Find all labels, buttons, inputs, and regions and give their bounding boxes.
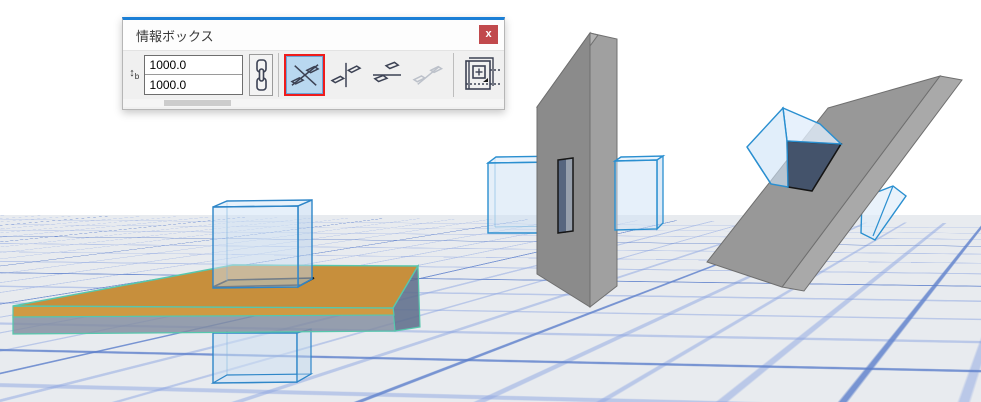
bottom-height-input[interactable] xyxy=(144,75,242,94)
chain-link-icon xyxy=(255,59,267,91)
mirror-vertical-icon xyxy=(330,62,362,88)
slanted-panel[interactable] xyxy=(706,75,963,292)
upper-box-above-slab[interactable] xyxy=(212,198,313,289)
palette-title: 情報ボックス xyxy=(136,28,214,44)
height-input-group xyxy=(143,55,243,95)
tool-mirror-diagonal xyxy=(407,54,448,96)
link-values-button[interactable] xyxy=(248,54,274,96)
palette-title-bar[interactable]: 情報ボックス x xyxy=(123,20,504,51)
intersection-cross-icon xyxy=(290,64,320,86)
mirror-horizontal-icon xyxy=(372,61,401,83)
horizontal-box-right-part[interactable] xyxy=(612,154,666,231)
palette-scrollbar-thumb[interactable] xyxy=(164,100,231,106)
settings-dialog-icon xyxy=(465,57,501,90)
lower-box-below-slab[interactable] xyxy=(210,328,314,384)
height-reference-icon: ↕b xyxy=(129,67,140,82)
element-settings-button[interactable] xyxy=(461,54,501,96)
tool-intersection-cross[interactable] xyxy=(284,54,326,96)
info-box-palette: 情報ボックス x ↕b xyxy=(122,17,505,110)
tool-mirror-horizontal[interactable] xyxy=(366,54,407,96)
separator xyxy=(453,53,454,97)
palette-tool-row: ↕b xyxy=(123,51,504,99)
wall[interactable] xyxy=(535,31,618,309)
wall-box-intersection xyxy=(557,157,574,234)
top-height-input[interactable] xyxy=(144,56,242,75)
mirror-diagonal-icon-disabled xyxy=(412,65,443,85)
close-icon: x xyxy=(485,28,492,40)
separator xyxy=(278,53,280,97)
tool-mirror-vertical[interactable] xyxy=(325,54,366,96)
palette-scrollbar-track[interactable] xyxy=(123,99,504,107)
close-button[interactable]: x xyxy=(479,25,498,44)
